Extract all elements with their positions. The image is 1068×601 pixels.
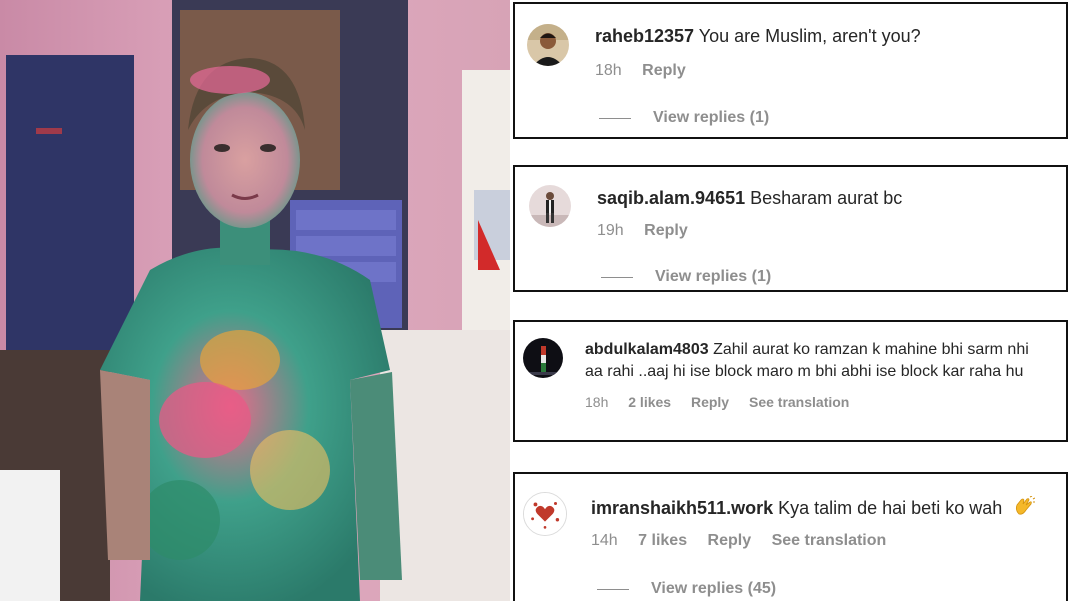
- view-replies-button[interactable]: View replies (1): [599, 109, 769, 127]
- comment-card: abdulkalam4803 Zahil aurat ko ramzan k m…: [513, 320, 1068, 442]
- view-replies-label[interactable]: View replies (45): [651, 580, 776, 598]
- comment-time: 19h: [597, 222, 624, 239]
- avatar[interactable]: [529, 185, 571, 227]
- comment-line: raheb12357 You are Muslim, aren't you?: [595, 26, 921, 47]
- photo-scene: [0, 0, 510, 601]
- avatar[interactable]: [523, 338, 563, 378]
- comment-time: 18h: [585, 394, 609, 410]
- comment-likes[interactable]: 7 likes: [638, 532, 687, 549]
- comment-username[interactable]: imranshaikh511.work: [591, 498, 773, 518]
- comment-meta: 18h Reply: [595, 62, 702, 80]
- comment-username[interactable]: saqib.alam.94651: [597, 188, 745, 208]
- reply-button[interactable]: Reply: [644, 222, 688, 239]
- avatar-hearts-icon: [524, 493, 566, 535]
- reply-button[interactable]: Reply: [642, 62, 686, 79]
- clapping-hands-icon: [1013, 495, 1036, 521]
- comment-time: 18h: [595, 62, 622, 79]
- comment-meta: 18h 2 likes Reply See translation: [585, 394, 865, 410]
- comment-line: abdulkalam4803 Zahil aurat ko ramzan k m…: [585, 341, 1029, 359]
- comment-time: 14h: [591, 532, 618, 549]
- reply-button[interactable]: Reply: [708, 532, 752, 549]
- comment-meta: 14h 7 likes Reply See translation: [591, 532, 902, 550]
- see-translation-button[interactable]: See translation: [772, 532, 887, 549]
- post-photo: [0, 0, 510, 601]
- reply-button[interactable]: Reply: [691, 394, 729, 410]
- comment-text: Kya talim de hai beti ko wah: [778, 498, 1003, 518]
- replies-divider: [599, 117, 631, 119]
- comment-text: Besharam aurat bc: [750, 188, 903, 208]
- comment-likes[interactable]: 2 likes: [628, 394, 671, 410]
- comment-card: raheb12357 You are Muslim, aren't you? 1…: [513, 2, 1068, 139]
- avatar-man-icon: [527, 24, 569, 66]
- comment-text-line2: aa rahi ..aaj hi ise block maro m bhi ab…: [585, 363, 1024, 380]
- view-replies-label[interactable]: View replies (1): [653, 109, 769, 127]
- replies-divider: [597, 588, 629, 590]
- avatar[interactable]: [523, 492, 567, 536]
- comment-line: saqib.alam.94651 Besharam aurat bc: [597, 188, 902, 209]
- avatar-standing-man-icon: [529, 185, 571, 227]
- comment-text: Zahil aurat ko ramzan k mahine bhi sarm …: [713, 341, 1029, 358]
- view-replies-button[interactable]: View replies (45): [597, 580, 776, 598]
- comment-card: imranshaikh511.work Kya talim de hai bet…: [513, 472, 1068, 601]
- avatar[interactable]: [527, 24, 569, 66]
- replies-divider: [601, 276, 633, 278]
- see-translation-button[interactable]: See translation: [749, 394, 849, 410]
- avatar-tower-icon: [523, 338, 563, 378]
- comment-username[interactable]: abdulkalam4803: [585, 341, 709, 358]
- comment-meta: 19h Reply: [597, 222, 704, 240]
- comment-card: saqib.alam.94651 Besharam aurat bc 19h R…: [513, 165, 1068, 292]
- view-replies-button[interactable]: View replies (1): [601, 268, 771, 286]
- comment-username[interactable]: raheb12357: [595, 26, 694, 46]
- comment-line: imranshaikh511.work Kya talim de hai bet…: [591, 495, 1036, 521]
- view-replies-label[interactable]: View replies (1): [655, 268, 771, 286]
- comment-text: You are Muslim, aren't you?: [698, 26, 921, 46]
